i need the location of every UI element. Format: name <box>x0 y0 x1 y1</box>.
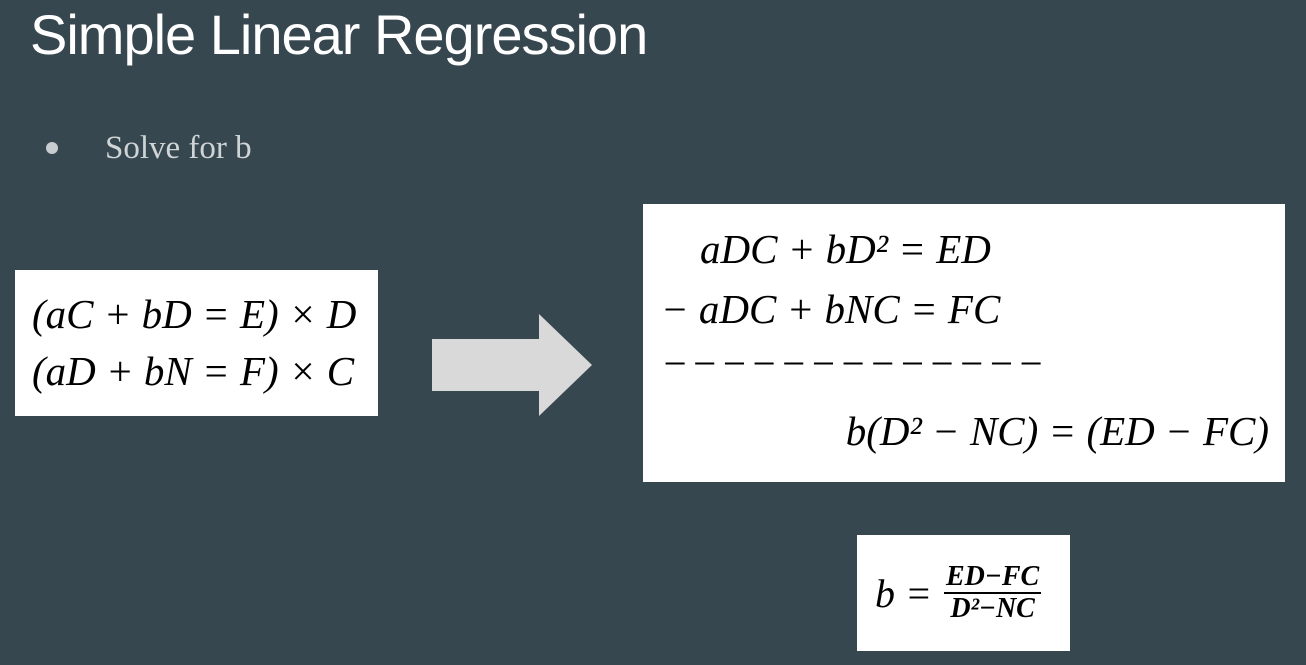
page-title: Simple Linear Regression <box>30 3 648 66</box>
derivation-line-4: b(D² − NC) = (ED − FC) <box>845 408 1269 454</box>
result-formula: b = ED−FC D²−NC <box>875 561 1042 624</box>
subtraction-rule: −−−−−−−−−−−−− <box>661 340 1047 386</box>
right-arrow-icon <box>432 314 592 416</box>
bullet-point: Solve for b <box>46 124 252 172</box>
derivation-box: aDC + bD² = ED − aDC + bNC = FC −−−−−−−−… <box>643 204 1285 482</box>
equation-line-2: (aD + bN = F) × C <box>32 348 355 394</box>
bullet-dot-icon <box>46 142 58 154</box>
fraction: ED−FC D²−NC <box>944 561 1042 624</box>
result-box: b = ED−FC D²−NC <box>857 535 1070 651</box>
bullet-text: Solve for b <box>105 129 252 166</box>
derivation-line-1: aDC + bD² = ED <box>700 226 991 272</box>
arrow-shape <box>432 314 592 416</box>
equation-line-1: (aC + bD = E) × D <box>32 291 357 337</box>
result-lhs: b = <box>875 570 932 616</box>
fraction-numerator: ED−FC <box>944 561 1042 594</box>
fraction-denominator: D²−NC <box>950 593 1035 624</box>
equations-box: (aC + bD = E) × D (aD + bN = F) × C <box>15 270 378 416</box>
derivation-line-2: − aDC + bNC = FC <box>661 286 1001 332</box>
